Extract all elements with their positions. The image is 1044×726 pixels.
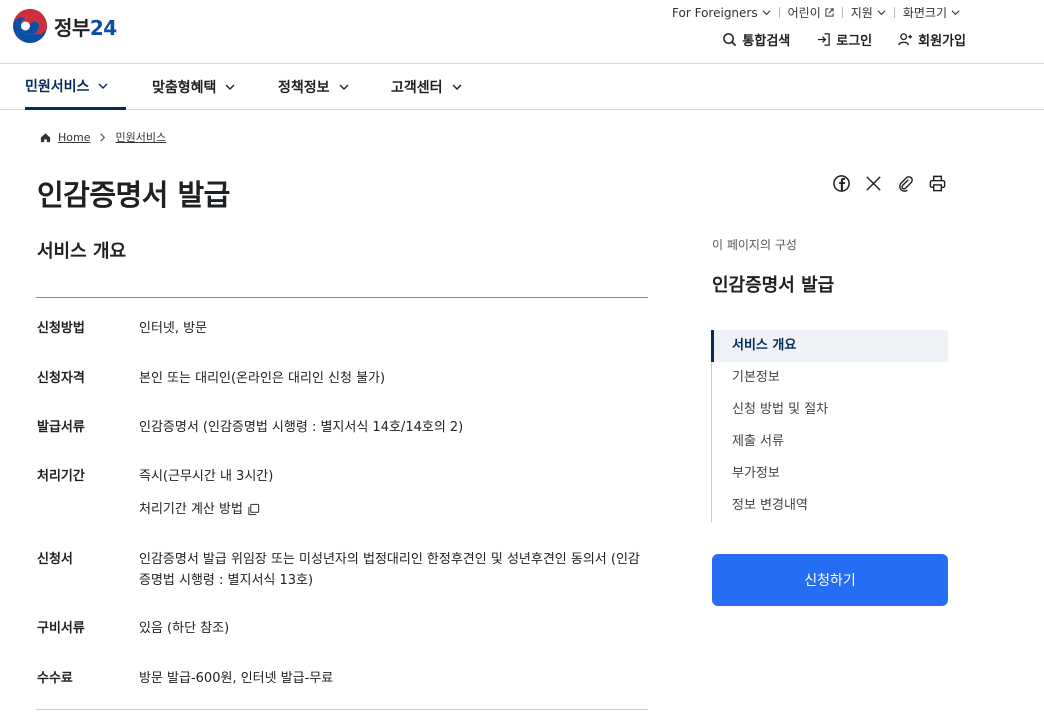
- kids-label: 어린이: [787, 6, 821, 20]
- info-value: 즉시(근무시간 내 3시간) 처리기간 계산 방법: [139, 466, 649, 549]
- screen-size-menu[interactable]: 화면크기: [895, 4, 968, 21]
- chevron-down-icon: [452, 84, 462, 90]
- toc-item-overview[interactable]: 서비스 개요: [711, 330, 948, 362]
- gnb-benefits-label: 맞춤형혜택: [152, 80, 217, 96]
- info-row-application-form: 신청서 인감증명서 발급 위임장 또는 미성년자의 법정대리인 한정후견인 및 …: [37, 549, 649, 618]
- info-value: 인터넷, 방문: [139, 321, 208, 336]
- info-row-processing-time: 처리기간 즉시(근무시간 내 3시간) 처리기간 계산 방법: [37, 466, 649, 549]
- kids-link[interactable]: 어린이: [780, 4, 842, 21]
- for-foreigners-label: For Foreigners: [672, 5, 758, 20]
- info-value: 인감증명서 발급 위임장 또는 미성년자의 법정대리인 한정후견인 및 성년후견…: [139, 552, 640, 588]
- info-label: 구비서류: [37, 621, 85, 636]
- toc-item-extra-info[interactable]: 부가정보: [712, 458, 948, 490]
- info-value: 본인 또는 대리인(온라인은 대리인 신청 불가): [139, 371, 386, 386]
- gnb-civil-service[interactable]: 민원서비스: [25, 64, 126, 110]
- info-value: 인감증명서 (인감증명법 시행령 : 별지서식 14호/14호의 2): [139, 420, 464, 435]
- processing-time-calc-label: 처리기간 계산 방법: [139, 502, 243, 517]
- info-label: 신청방법: [37, 321, 85, 336]
- toc-item-change-history[interactable]: 정보 변경내역: [712, 490, 948, 522]
- gnb-policy[interactable]: 정책정보: [278, 64, 350, 110]
- login-link[interactable]: 로그인: [816, 30, 872, 49]
- top-nav: 통합검색 로그인 회원가입: [722, 30, 966, 49]
- section-divider: [36, 297, 648, 298]
- gnb-civil-service-label: 민원서비스: [25, 78, 90, 95]
- logo-text: 정부24: [54, 15, 117, 40]
- info-value: 방문 발급-600원, 인터넷 발급-무료: [139, 671, 334, 686]
- chevron-down-icon: [225, 84, 235, 90]
- signup-link[interactable]: 회원가입: [898, 30, 966, 49]
- info-row-required-docs: 구비서류 있음 (하단 참조): [37, 618, 649, 668]
- share-toolbar: [832, 174, 947, 193]
- support-menu[interactable]: 지원: [843, 4, 894, 21]
- processing-time-calc-link[interactable]: 처리기간 계산 방법: [139, 499, 649, 520]
- info-value: 있음 (하단 참조): [139, 621, 230, 636]
- printer-icon[interactable]: [928, 174, 947, 193]
- screen-size-label: 화면크기: [902, 6, 947, 20]
- paperclip-icon[interactable]: [896, 174, 915, 193]
- taegeuk-emblem-icon: [13, 9, 47, 43]
- breadcrumb-home[interactable]: Home: [58, 131, 90, 144]
- info-row-method: 신청방법 인터넷, 방문: [37, 318, 649, 368]
- for-foreigners-link[interactable]: For Foreigners: [664, 6, 779, 20]
- login-icon: [818, 33, 831, 46]
- info-label: 신청서: [37, 552, 73, 567]
- toc-title: 인감증명서 발급: [712, 275, 835, 296]
- toc-item-procedure[interactable]: 신청 방법 및 절차: [712, 394, 948, 426]
- chevron-down-icon: [762, 10, 771, 16]
- search-label: 통합검색: [742, 34, 791, 49]
- chevron-down-icon: [951, 10, 960, 16]
- toc-caption: 이 페이지의 구성: [712, 238, 797, 252]
- home-icon: [40, 132, 51, 142]
- info-label: 신청자격: [37, 371, 85, 386]
- table-of-contents: 서비스 개요 기본정보 신청 방법 및 절차 제출 서류 부가정보 정보 변경내…: [711, 330, 948, 522]
- utility-menu: For Foreigners 어린이 지원 화면크기: [664, 4, 968, 21]
- info-row-document: 발급서류 인감증명서 (인감증명법 시행령 : 별지서식 14호/14호의 2): [37, 417, 649, 466]
- copy-icon: [248, 503, 260, 516]
- apply-button[interactable]: 신청하기: [712, 554, 948, 606]
- site-logo[interactable]: 정부24: [12, 8, 117, 44]
- user-plus-icon: [898, 33, 913, 46]
- main-nav: 민원서비스 맞춤형혜택 정책정보 고객센터: [0, 64, 1044, 110]
- info-label: 발급서류: [37, 420, 85, 435]
- chevron-down-icon: [98, 83, 108, 89]
- external-link-icon: [825, 8, 834, 17]
- breadcrumb-current[interactable]: 민원서비스: [115, 129, 166, 145]
- gnb-customer-center-label: 고객센터: [391, 80, 443, 96]
- signup-label: 회원가입: [918, 34, 966, 49]
- table-bottom-divider: [36, 709, 648, 710]
- info-row-fee: 수수료 방문 발급-600원, 인터넷 발급-무료: [37, 668, 649, 698]
- chevron-down-icon: [877, 10, 886, 16]
- gnb-customer-center[interactable]: 고객센터: [391, 64, 463, 110]
- processing-time-value: 즉시(근무시간 내 3시간): [139, 469, 274, 484]
- site-header: 정부24 For Foreigners 어린이 지원 화면크기 통합검색 로그인…: [0, 0, 1044, 64]
- chevron-right-icon: [100, 132, 106, 142]
- section-title: 서비스 개요: [37, 241, 127, 262]
- page-title: 인감증명서 발급: [37, 178, 230, 212]
- info-row-eligibility: 신청자격 본인 또는 대리인(온라인은 대리인 신청 불가): [37, 368, 649, 417]
- search-icon: [723, 33, 737, 47]
- gnb-benefits[interactable]: 맞춤형혜택: [152, 64, 236, 110]
- toc-item-documents[interactable]: 제출 서류: [712, 426, 948, 458]
- x-twitter-icon[interactable]: [864, 174, 883, 193]
- gnb-policy-label: 정책정보: [278, 80, 330, 96]
- service-overview-table: 신청방법 인터넷, 방문 신청자격 본인 또는 대리인(온라인은 대리인 신청 …: [37, 318, 649, 698]
- info-label: 수수료: [37, 671, 73, 686]
- support-label: 지원: [850, 6, 873, 20]
- search-link[interactable]: 통합검색: [722, 30, 790, 49]
- info-label: 처리기간: [37, 469, 85, 484]
- breadcrumb: Home 민원서비스: [40, 129, 166, 145]
- login-label: 로그인: [836, 34, 873, 49]
- chevron-down-icon: [339, 84, 349, 90]
- toc-item-basic-info[interactable]: 기본정보: [712, 362, 948, 394]
- facebook-icon[interactable]: [832, 174, 851, 193]
